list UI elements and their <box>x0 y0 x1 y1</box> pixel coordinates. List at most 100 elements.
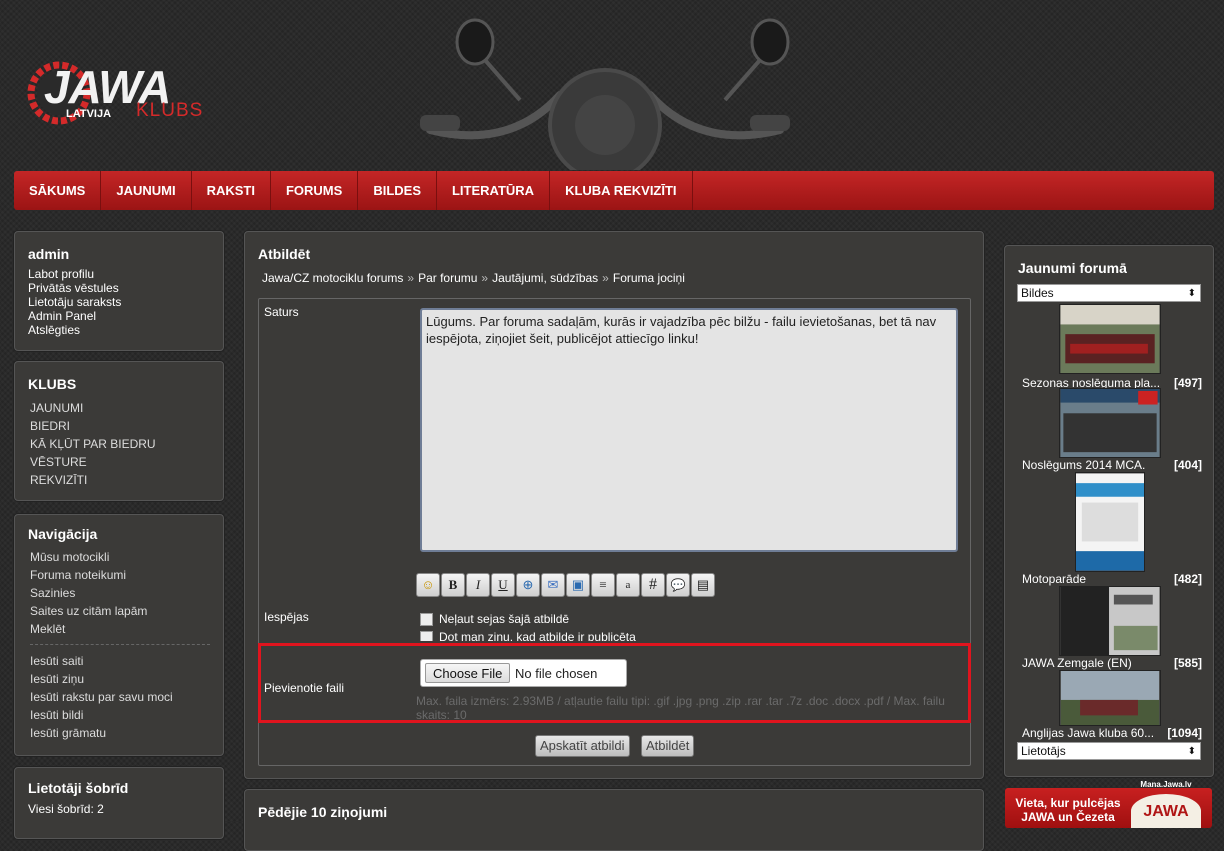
link-edit-profile[interactable]: Labot profilu <box>28 267 121 281</box>
logo-country: LATVIJA <box>66 108 112 120</box>
nav-raksti[interactable]: RAKSTI <box>192 171 271 210</box>
image-icon[interactable]: ▣ <box>566 573 590 597</box>
klubs-link-ka-klut[interactable]: KĀ KĻŪT PAR BIEDRU <box>30 435 156 453</box>
disable-smileys-checkbox[interactable] <box>420 613 433 627</box>
author-select-value: Lietotājs <box>1021 744 1066 758</box>
latest-posts-panel: Pēdējie 10 ziņojumi <box>244 789 984 851</box>
underline-icon[interactable]: U <box>491 573 515 597</box>
content-label: Saturs <box>264 305 299 319</box>
code-icon[interactable]: # <box>641 573 665 597</box>
email-icon[interactable]: ✉ <box>541 573 565 597</box>
forum-item-count: [482] <box>1173 572 1202 586</box>
nav-link-iesuti-bildi[interactable]: Iesūti bildi <box>30 706 173 724</box>
nav-link-saites[interactable]: Saites uz citām lapām <box>30 602 147 620</box>
forum-item-count: [585] <box>1173 656 1202 670</box>
choose-file-button[interactable]: Choose File <box>425 663 511 683</box>
link-icon[interactable]: ⊕ <box>516 573 540 597</box>
updown-arrows-icon: ⬍ <box>1187 746 1196 757</box>
no-file-text: No file chosen <box>515 666 598 681</box>
breadcrumb-separator: » <box>602 271 609 285</box>
nav-jaunumi[interactable]: JAUNUMI <box>101 171 192 210</box>
disable-smileys-label: Neļaut sejas šajā atbildē <box>439 612 570 626</box>
promo-text: Vieta, kur pulcējas JAWA un Čezeta <box>1015 796 1121 824</box>
breadcrumb-separator: » <box>407 271 415 285</box>
link-admin-panel[interactable]: Admin Panel <box>28 309 121 323</box>
bbcode-toolbar: ☺ B I U ⊕ ✉ ▣ ≡ a # 💬 ▤ <box>416 573 715 597</box>
online-users-panel: Lietotāji šobrīd Viesi šobrīd: 2 <box>14 767 224 839</box>
promo-url: Mana.Jawa.lv <box>1140 780 1192 789</box>
user-panel-title: admin <box>28 246 70 262</box>
link-user-list[interactable]: Lietotāju saraksts <box>28 295 121 309</box>
file-input[interactable]: Choose File No file chosen <box>420 659 627 687</box>
klubs-link-biedri[interactable]: BIEDRI <box>30 417 156 435</box>
reply-form: Saturs Lūgums. Par foruma sadaļām, kurās… <box>258 298 971 766</box>
message-textarea[interactable]: Lūgums. Par foruma sadaļām, kurās ir vaj… <box>420 308 958 552</box>
forum-item-title: Anglijas Jawa kluba 60... <box>1022 726 1155 740</box>
user-panel: admin Labot profilu Privātās vēstules Li… <box>14 231 224 351</box>
klubs-link-rekviziti[interactable]: REKVIZĪTI <box>30 471 156 489</box>
klubs-panel: KLUBS JAUNUMI BIEDRI KĀ KĻŪT PAR BIEDRU … <box>14 361 224 501</box>
author-select[interactable]: Lietotājs ⬍ <box>1017 742 1201 760</box>
nav-link-iesuti-saiti[interactable]: Iesūti saiti <box>30 652 173 670</box>
video-icon[interactable]: ▤ <box>691 573 715 597</box>
nav-forums[interactable]: FORUMS <box>271 171 359 210</box>
klubs-link-jaunumi[interactable]: JAUNUMI <box>30 399 156 417</box>
italic-icon[interactable]: I <box>466 573 490 597</box>
option-disable-smileys: Neļaut sejas šajā atbildē <box>420 612 570 627</box>
preview-button[interactable]: Apskatīt atbildi <box>535 735 630 757</box>
forum-news-title: Jaunumi forumā <box>1018 260 1127 276</box>
quote-icon[interactable]: 💬 <box>666 573 690 597</box>
promo-jawa-logo: Mana.Jawa.lv JAWA <box>1131 780 1201 828</box>
nav-link-iesuti-rakstu[interactable]: Iesūti rakstu par savu moci <box>30 688 173 706</box>
motorcycle-handlebar-image <box>420 18 790 170</box>
breadcrumb-thread[interactable]: Foruma jociņi <box>613 271 685 285</box>
forum-item-title: Noslēgums 2014 MCA. <box>1022 458 1146 472</box>
forum-item-count: [497] <box>1173 376 1202 390</box>
nav-sakums[interactable]: SĀKUMS <box>14 171 102 210</box>
nav-literatura[interactable]: LITERATŪRA <box>437 171 551 210</box>
guests-online-count: Viesi šobrīd: 2 <box>28 802 104 816</box>
option-notify: Dot man ziņu, kad atbilde ir publicēta <box>420 630 636 641</box>
forum-item-count: [1094] <box>1167 726 1202 740</box>
nav-kluba-rekviziti[interactable]: KLUBA REKVIZĪTI <box>550 171 693 210</box>
promo-banner[interactable]: Vieta, kur pulcējas JAWA un Čezeta Mana.… <box>1005 780 1212 828</box>
thumbnail-image[interactable] <box>1059 586 1161 656</box>
thumbnail-image[interactable] <box>1075 472 1145 572</box>
small-text-icon[interactable]: a <box>616 573 640 597</box>
breadcrumb-jautajumi[interactable]: Jautājumi, sūdzības <box>492 271 598 285</box>
nav-bildes[interactable]: BILDES <box>358 171 437 210</box>
notify-checkbox[interactable] <box>420 631 433 641</box>
align-icon[interactable]: ≡ <box>591 573 615 597</box>
forum-item-count: [404] <box>1173 458 1202 472</box>
category-select-value: Bildes <box>1021 286 1054 300</box>
nav-link-iesuti-gramatu[interactable]: Iesūti grāmatu <box>30 724 173 742</box>
thumbnail-image[interactable] <box>1059 670 1161 726</box>
updown-arrows-icon: ⬍ <box>1187 288 1196 299</box>
site-header: JAWA LATVIJA KLUBS <box>0 0 1224 170</box>
reply-panel: Atbildēt Jawa/CZ motociklu forums» Par fo… <box>244 231 984 779</box>
breadcrumb-par-forumu[interactable]: Par forumu <box>418 271 477 285</box>
smiley-icon[interactable]: ☺ <box>416 573 440 597</box>
link-logout[interactable]: Atslēgties <box>28 323 121 337</box>
link-private-messages[interactable]: Privātās vēstules <box>28 281 121 295</box>
forum-item-title: Motoparāde <box>1022 572 1087 586</box>
thumbnail-image[interactable] <box>1059 388 1161 458</box>
nav-link-sazinies[interactable]: Sazinies <box>30 584 147 602</box>
page-title: Atbildēt <box>258 246 311 262</box>
nav-link-iesuti-zinu[interactable]: Iesūti ziņu <box>30 670 173 688</box>
submit-button[interactable]: Atbildēt <box>641 735 695 757</box>
navigation-panel-title: Navigācija <box>28 526 98 542</box>
nav-link-foruma-noteikumi[interactable]: Foruma noteikumi <box>30 566 147 584</box>
category-select[interactable]: Bildes ⬍ <box>1017 284 1201 302</box>
attachments-label: Pievienotie faili <box>264 681 345 695</box>
jawa-klubs-logo[interactable]: JAWA LATVIJA KLUBS <box>24 52 244 132</box>
nav-link-meklet[interactable]: Meklēt <box>30 620 147 638</box>
breadcrumb-separator: » <box>481 271 489 285</box>
bold-icon[interactable]: B <box>441 573 465 597</box>
thumbnail-image[interactable] <box>1059 304 1161 374</box>
latest-posts-title: Pēdējie 10 ziņojumi <box>258 804 388 820</box>
klubs-link-vesture[interactable]: VĒSTURE <box>30 453 156 471</box>
attachment-info: Max. faila izmērs: 2.93MB / atļautie fai… <box>416 694 945 722</box>
breadcrumb-forum[interactable]: Jawa/CZ motociklu forums <box>262 271 403 285</box>
nav-link-musu-motocikli[interactable]: Mūsu motocikli <box>30 548 147 566</box>
